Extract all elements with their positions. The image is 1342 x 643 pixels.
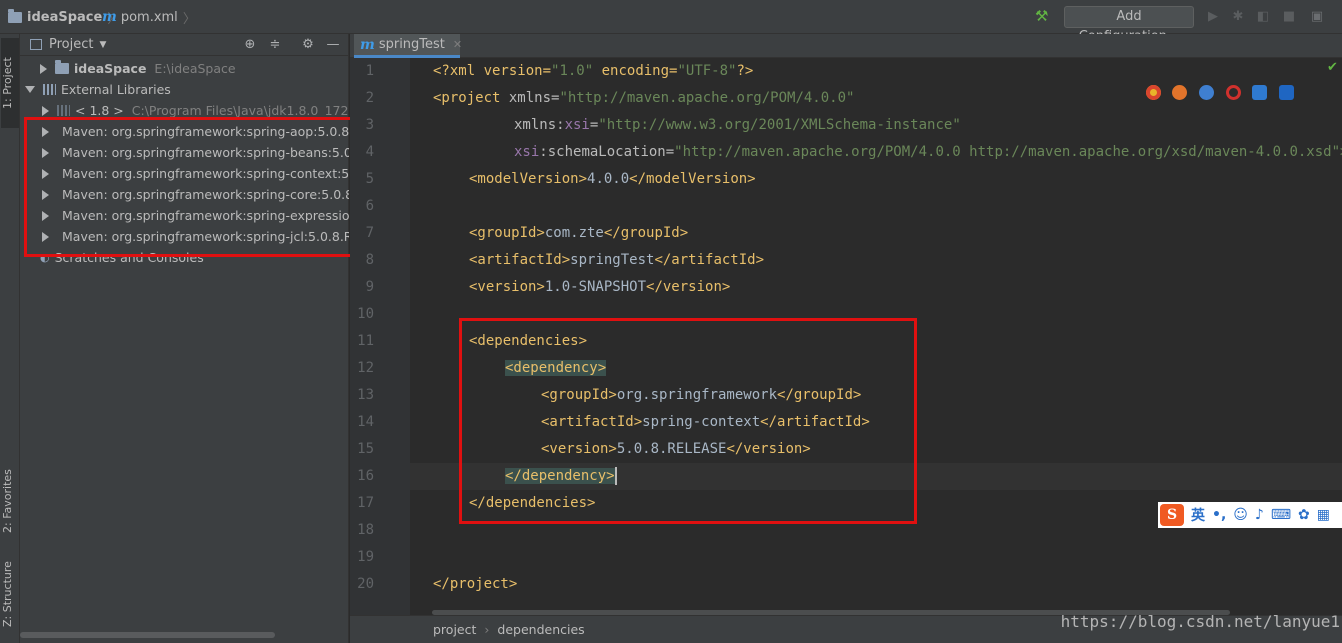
collapse-all-icon[interactable]: ≑ <box>267 37 283 53</box>
line-number: 8 <box>365 252 374 268</box>
gear-icon[interactable]: ⚙ <box>300 37 316 53</box>
tree-item-path: C:\Program Files\Java\jdk1.8.0_172 <box>131 103 349 118</box>
annotation-highlight-box <box>459 318 917 524</box>
emoji-icon[interactable]: ☺ <box>1233 507 1248 523</box>
project-panel-title: Project <box>49 37 94 52</box>
build-hammer-icon[interactable]: ⚒ <box>1035 7 1053 27</box>
ie-icon[interactable] <box>1252 84 1268 100</box>
opera-icon[interactable] <box>1225 84 1241 100</box>
annotation-highlight-box <box>24 117 387 257</box>
project-horizontal-scrollbar[interactable] <box>20 632 275 638</box>
tab-springtest[interactable]: m springTest ✕ <box>354 34 462 58</box>
locate-icon[interactable]: ⊕ <box>242 37 258 53</box>
line-number: 9 <box>365 279 374 295</box>
code-line[interactable]: xmlns:xsi="http://www.w3.org/2001/XMLSch… <box>410 112 1342 139</box>
watermark-text: https://blog.csdn.net/lanyue1 <box>1060 612 1340 631</box>
dropdown-arrow-icon[interactable]: ▼ <box>99 40 106 50</box>
tree-item-label: External Libraries <box>61 82 171 97</box>
line-number: 12 <box>357 360 374 376</box>
line-number: 20 <box>357 576 374 592</box>
line-number: 7 <box>365 225 374 241</box>
coverage-icon[interactable]: ◧ <box>1256 9 1270 25</box>
ime-toolbar: S 英 •, ☺ ♪ ⌨ ✿ ▦ <box>1158 502 1342 528</box>
line-number-gutter: 1 2 3 4 5 6 7 8 9 10 11 12 13 14 15 16 1… <box>350 58 410 615</box>
debug-icon[interactable]: ✱ <box>1231 9 1245 25</box>
browser-launcher-bar <box>1140 78 1300 106</box>
tree-item-path: E:\ideaSpace <box>154 61 236 76</box>
expand-arrow-icon[interactable] <box>40 63 47 74</box>
line-number: 11 <box>357 333 374 349</box>
ime-language-toggle[interactable]: 英 <box>1191 505 1205 525</box>
keyboard-icon[interactable]: ⌨ <box>1271 507 1291 523</box>
chrome-icon[interactable] <box>1145 84 1161 100</box>
project-panel-header[interactable]: Project ▼ ⊕ ≑ ⚙ — <box>20 34 348 56</box>
left-tool-strip: 1: Project 2: Favorites Z: Structure <box>0 34 20 643</box>
line-number: 17 <box>357 495 374 511</box>
line-number: 10 <box>357 306 374 322</box>
folder-icon <box>55 60 69 74</box>
code-line[interactable]: <modelVersion>4.0.0</modelVersion> <box>410 166 1342 193</box>
tab-label: springTest <box>378 37 445 52</box>
folder-icon <box>8 8 22 23</box>
library-icon <box>43 84 56 95</box>
tab-favorites[interactable]: 2: Favorites <box>1 454 19 549</box>
line-number: 16 <box>357 468 374 484</box>
tab-project[interactable]: 1: Project <box>1 38 19 128</box>
line-number: 14 <box>357 414 374 430</box>
line-number: 13 <box>357 387 374 403</box>
close-icon[interactable]: ✕ <box>453 38 462 51</box>
expand-arrow-icon[interactable] <box>42 105 49 116</box>
code-line[interactable]: <groupId>com.zte</groupId> <box>410 220 1342 247</box>
line-number: 4 <box>365 144 374 160</box>
jdk-icon <box>57 105 70 116</box>
breadcrumb-project[interactable]: project <box>433 622 476 637</box>
navigation-bar: ideaSpace 〉 m pom.xml 〉 ⚒ Add Configurat… <box>0 0 1342 44</box>
line-number: 6 <box>365 198 374 214</box>
line-number: 15 <box>357 441 374 457</box>
punctuation-icon[interactable]: •, <box>1212 507 1226 523</box>
safari-icon[interactable] <box>1199 84 1215 100</box>
tree-item-label: < 1.8 > <box>75 103 124 118</box>
breadcrumb-dependencies[interactable]: dependencies <box>497 622 584 637</box>
stop-icon[interactable]: ■ <box>1282 9 1296 25</box>
code-line[interactable]: </project> <box>410 571 1342 598</box>
code-line[interactable]: <artifactId>springTest</artifactId> <box>410 247 1342 274</box>
project-structure-icon[interactable]: ▣ <box>1310 9 1324 25</box>
tab-structure[interactable]: Z: Structure <box>1 549 19 639</box>
line-number: 3 <box>365 117 374 133</box>
minimize-icon[interactable]: — <box>325 37 341 53</box>
edge-icon[interactable] <box>1279 84 1295 100</box>
skin-icon[interactable]: ✿ <box>1298 507 1310 523</box>
inspection-ok-icon[interactable]: ✔ <box>1327 60 1338 75</box>
nav-file-name: pom.xml <box>120 9 178 25</box>
maven-file-icon: m <box>102 9 117 25</box>
firefox-icon[interactable] <box>1172 84 1188 100</box>
project-view-icon <box>30 39 42 50</box>
run-icon[interactable]: ▶ <box>1206 9 1220 25</box>
collapse-arrow-icon[interactable] <box>25 86 35 93</box>
line-number: 18 <box>357 522 374 538</box>
line-number: 5 <box>365 171 374 187</box>
line-number: 1 <box>365 63 374 79</box>
toolbox-icon[interactable]: ▦ <box>1317 507 1330 523</box>
microphone-icon[interactable]: ♪ <box>1255 507 1264 523</box>
line-number: 2 <box>365 90 374 106</box>
add-configuration-button[interactable]: Add Configuration... <box>1064 6 1194 44</box>
nav-project-name: ideaSpace <box>27 9 103 25</box>
line-number: 19 <box>357 549 374 565</box>
editor-tab-bar: m springTest ✕ <box>350 34 1342 58</box>
sogou-logo-icon[interactable]: S <box>1160 504 1184 526</box>
maven-file-icon: m <box>360 36 375 53</box>
chevron-right-icon: 〉 <box>182 11 196 27</box>
chevron-right-icon: › <box>484 622 490 637</box>
tree-item-external-libraries[interactable]: External Libraries <box>20 79 349 100</box>
tree-item-label: ideaSpace <box>74 61 147 76</box>
code-line[interactable]: xsi:schemaLocation="http://maven.apache.… <box>410 139 1342 166</box>
code-line[interactable]: <version>1.0-SNAPSHOT</version> <box>410 274 1342 301</box>
nav-crumb-file[interactable]: m pom.xml 〉 <box>102 9 201 27</box>
tree-item-ideaspace[interactable]: ideaSpace E:\ideaSpace <box>20 58 349 79</box>
